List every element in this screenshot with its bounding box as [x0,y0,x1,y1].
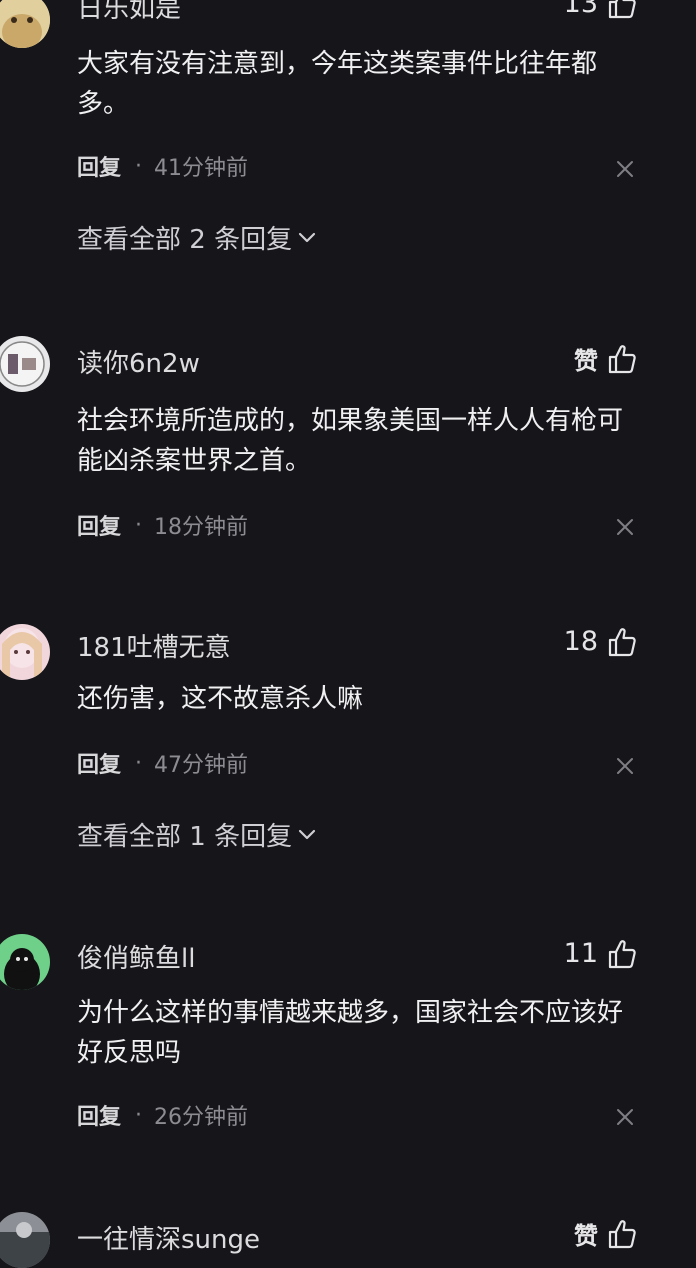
comment-meta: 回复 · 18分钟前 [77,509,248,541]
close-icon[interactable] [616,757,634,775]
like-count: 11 [563,938,598,969]
timestamp: 41分钟前 [154,156,249,181]
like-count: 13 [563,0,598,19]
like-button[interactable]: 赞 [574,341,636,376]
comment-text: 社会环境所造成的，如果象美国一样人人有枪可能凶杀案世界之首。 [77,406,624,476]
like-button[interactable]: 11 [564,938,636,969]
username[interactable]: 俊俏鲸鱼ll [77,938,195,975]
username[interactable]: 一往情深sunge [77,1219,260,1256]
chevron-down-icon [298,829,316,841]
chevron-down-icon [298,232,316,244]
username[interactable]: 181吐槽无意 [77,627,231,664]
view-replies-label: 查看全部 1 条回复 [77,822,293,852]
like-button[interactable]: 13 [564,0,636,19]
like-count: 18 [563,626,598,657]
separator-dot: · [135,1102,143,1128]
comment-text: 还伤害，这不故意杀人嘛 [77,684,364,714]
close-icon[interactable] [616,518,634,536]
reply-button[interactable]: 回复 [77,509,121,541]
timestamp: 26分钟前 [154,1105,249,1130]
thumb-up-icon [608,939,636,969]
username[interactable]: 日乐如是 [77,0,181,25]
thumb-up-icon [608,1219,636,1249]
reply-button[interactable]: 回复 [77,1099,121,1131]
separator-dot: · [135,750,143,776]
close-icon[interactable] [616,160,634,178]
comment-text: 大家有没有注意到，今年这类案事件比往年都多。 [77,49,598,119]
avatar[interactable] [0,0,50,48]
timestamp: 18分钟前 [154,515,249,540]
like-label: 赞 [574,347,598,375]
reply-button[interactable]: 回复 [77,150,121,182]
thumb-up-icon [608,627,636,657]
timestamp: 47分钟前 [154,753,249,778]
avatar[interactable] [0,934,50,990]
view-replies-label: 查看全部 2 条回复 [77,225,293,255]
username[interactable]: 读你6n2w [77,343,200,380]
like-label: 赞 [574,1222,598,1250]
comment-text: 为什么这样的事情越来越多，国家社会不应该好好反思吗 [77,998,624,1068]
view-replies-button[interactable]: 查看全部 1 条回复 [77,816,316,853]
reply-button[interactable]: 回复 [77,747,121,779]
comment-meta: 回复 · 47分钟前 [77,747,248,779]
like-button[interactable]: 赞 [574,1216,636,1251]
comment-meta: 回复 · 41分钟前 [77,150,248,182]
avatar[interactable] [0,1212,50,1268]
avatar[interactable] [0,336,50,392]
comment-meta: 回复 · 26分钟前 [77,1099,248,1131]
view-replies-button[interactable]: 查看全部 2 条回复 [77,219,316,256]
thumb-up-icon [608,344,636,374]
thumb-up-icon [608,0,636,19]
separator-dot: · [135,512,143,538]
separator-dot: · [135,153,143,179]
close-icon[interactable] [616,1108,634,1126]
like-button[interactable]: 18 [564,626,636,657]
avatar[interactable] [0,624,50,680]
